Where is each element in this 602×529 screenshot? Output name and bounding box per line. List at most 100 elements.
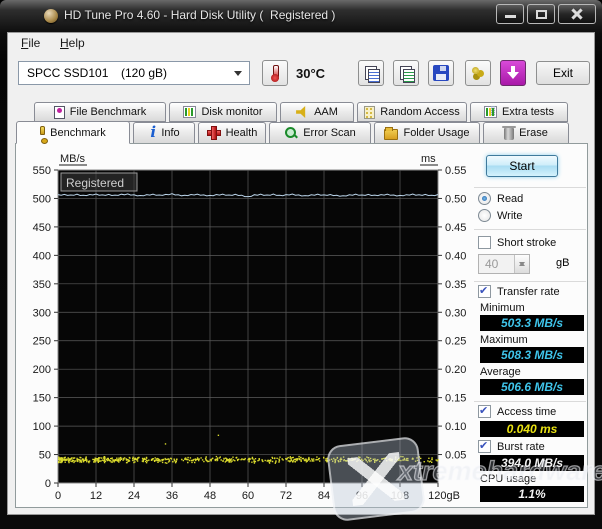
dotted-page-icon bbox=[364, 105, 376, 119]
access-time-label: Access time bbox=[497, 405, 557, 418]
burst-rate-checkbox[interactable]: Burst rate bbox=[478, 439, 545, 453]
cpu-usage-label: CPU usage bbox=[480, 473, 537, 485]
burst-rate-label: Burst rate bbox=[497, 440, 545, 453]
short-stroke-stepper[interactable]: 40 bbox=[478, 254, 530, 274]
read-radio[interactable]: Read bbox=[478, 192, 523, 205]
menu-help[interactable]: Help bbox=[60, 36, 85, 50]
close-icon bbox=[571, 8, 584, 21]
tab-benchmark[interactable]: Benchmark bbox=[16, 121, 130, 144]
svg-text:0.40: 0.40 bbox=[445, 250, 466, 262]
tab-disk-monitor[interactable]: Disk monitor bbox=[169, 102, 277, 122]
tab-label: Health bbox=[225, 127, 258, 139]
tab-row-secondary: File Benchmark Disk monitor AAM Random A… bbox=[34, 102, 568, 122]
svg-text:96: 96 bbox=[356, 490, 368, 502]
exit-button[interactable]: Exit bbox=[536, 61, 590, 85]
checkbox-checked-icon bbox=[478, 284, 491, 298]
short-stroke-checkbox[interactable]: Short stroke bbox=[478, 236, 556, 249]
svg-text:350: 350 bbox=[33, 279, 51, 291]
divider bbox=[474, 401, 586, 402]
svg-text:100: 100 bbox=[33, 421, 51, 433]
tab-label: Benchmark bbox=[50, 126, 106, 139]
minimize-button[interactable] bbox=[496, 4, 524, 24]
svg-text:0.35: 0.35 bbox=[445, 279, 466, 291]
title-bar[interactable]: HD Tune Pro 4.60 - Hard Disk Utility ( R… bbox=[0, 0, 602, 32]
divider bbox=[474, 281, 586, 282]
copy-image-icon bbox=[399, 65, 415, 83]
keys-icon bbox=[470, 65, 486, 81]
temperature-button[interactable] bbox=[262, 60, 288, 86]
update-button[interactable] bbox=[500, 60, 526, 86]
chevron-down-icon bbox=[234, 71, 242, 80]
tab-label: AAM bbox=[314, 106, 338, 118]
svg-text:400: 400 bbox=[33, 250, 51, 262]
magnifier-icon bbox=[284, 126, 298, 140]
tab-aam[interactable]: AAM bbox=[280, 102, 354, 122]
divider bbox=[474, 187, 586, 188]
short-stroke-unit: gB bbox=[556, 257, 570, 269]
save-button[interactable] bbox=[428, 60, 454, 86]
minimum-label: Minimum bbox=[480, 302, 525, 314]
write-radio[interactable]: Write bbox=[478, 209, 522, 222]
copy-text-button[interactable] bbox=[358, 60, 384, 86]
tab-erase[interactable]: Erase bbox=[483, 122, 569, 144]
download-icon bbox=[506, 66, 520, 80]
tab-folder-usage[interactable]: Folder Usage bbox=[374, 122, 480, 144]
tab-file-benchmark[interactable]: File Benchmark bbox=[34, 102, 166, 122]
radio-icon bbox=[478, 209, 491, 222]
stepper-arrows-icon[interactable] bbox=[514, 255, 529, 273]
svg-text:0.50: 0.50 bbox=[445, 193, 466, 205]
options-button[interactable] bbox=[465, 60, 491, 86]
svg-text:MB/s: MB/s bbox=[60, 153, 86, 165]
svg-text:Registered: Registered bbox=[66, 176, 124, 190]
page-pin-icon bbox=[53, 105, 65, 119]
bar-chart-icon bbox=[183, 106, 197, 118]
tab-label: Random Access bbox=[380, 106, 460, 118]
app-window: HD Tune Pro 4.60 - Hard Disk Utility ( R… bbox=[0, 0, 602, 529]
maximum-label: Maximum bbox=[480, 334, 528, 346]
tab-label: Erase bbox=[519, 127, 548, 139]
checkbox-checked-icon bbox=[478, 439, 491, 453]
tab-extra-tests[interactable]: Extra tests bbox=[470, 102, 568, 122]
drive-name: SPCC SSD101 bbox=[27, 66, 109, 80]
tab-error-scan[interactable]: Error Scan bbox=[269, 122, 371, 144]
svg-text:0.10: 0.10 bbox=[445, 421, 466, 433]
svg-text:250: 250 bbox=[33, 336, 51, 348]
copy-image-button[interactable] bbox=[393, 60, 419, 86]
maximize-button[interactable] bbox=[527, 4, 555, 24]
tab-label: Folder Usage bbox=[403, 127, 470, 139]
checkbox-checked-icon bbox=[478, 404, 491, 418]
access-time-checkbox[interactable]: Access time bbox=[478, 404, 557, 418]
window-title: HD Tune Pro 4.60 - Hard Disk Utility ( R… bbox=[64, 8, 336, 22]
checkbox-icon bbox=[478, 236, 491, 249]
svg-text:0.05: 0.05 bbox=[445, 450, 466, 462]
svg-text:550: 550 bbox=[33, 165, 51, 177]
menu-file[interactable]: File bbox=[21, 36, 40, 50]
transfer-rate-checkbox[interactable]: Transfer rate bbox=[478, 284, 560, 298]
average-label: Average bbox=[480, 366, 521, 378]
menu-bar: File Help bbox=[8, 33, 594, 55]
svg-text:ms: ms bbox=[421, 153, 436, 165]
benchmark-page: 0 50 100 150 200 250 300 350 400 450 500 550 0.05 0.1… bbox=[15, 143, 588, 508]
tab-label: Error Scan bbox=[303, 127, 356, 139]
drive-select[interactable]: SPCC SSD101 (120 gB) bbox=[18, 61, 250, 85]
svg-text:60: 60 bbox=[242, 490, 254, 502]
svg-text:450: 450 bbox=[33, 222, 51, 234]
close-button[interactable] bbox=[558, 4, 596, 24]
benchmark-chart: 0 50 100 150 200 250 300 350 400 450 500 550 0.05 0.1… bbox=[33, 153, 467, 502]
chart-grid-icon bbox=[484, 106, 498, 118]
burst-rate-value: 394.0 MB/s bbox=[480, 455, 584, 471]
tab-info[interactable]: Info bbox=[133, 122, 195, 144]
client-area: File Help SPCC SSD101 (120 gB) 30°C Exit… bbox=[7, 32, 595, 515]
exclamation-icon bbox=[40, 126, 49, 144]
tab-health[interactable]: Health bbox=[198, 122, 266, 144]
red-cross-icon bbox=[207, 126, 221, 140]
average-value: 506.6 MB/s bbox=[480, 379, 584, 395]
temperature-value: 30°C bbox=[296, 66, 326, 81]
tab-random-access[interactable]: Random Access bbox=[357, 102, 467, 122]
copy-text-icon bbox=[364, 65, 380, 83]
start-button[interactable]: Start bbox=[486, 155, 558, 177]
svg-text:0: 0 bbox=[45, 478, 51, 490]
read-label: Read bbox=[497, 192, 524, 205]
app-icon bbox=[44, 9, 58, 23]
access-time-value: 0.040 ms bbox=[480, 421, 584, 437]
